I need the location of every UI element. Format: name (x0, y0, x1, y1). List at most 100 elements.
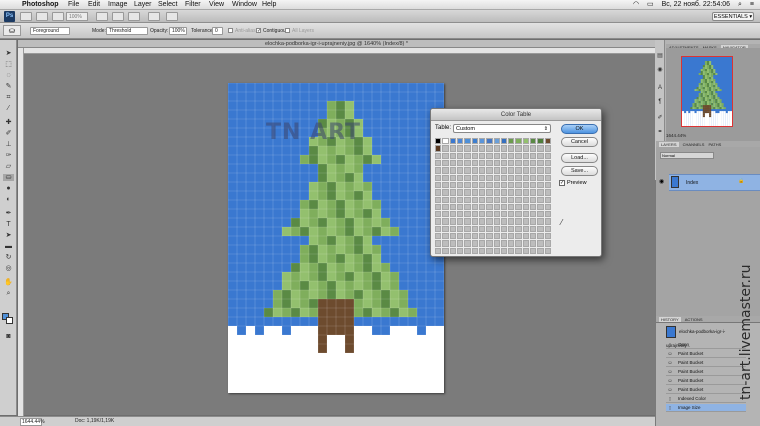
ok-button[interactable]: OK (561, 124, 598, 134)
color-swatch[interactable] (435, 233, 442, 240)
color-swatch[interactable] (508, 174, 515, 181)
color-swatch[interactable] (500, 138, 508, 145)
eraser-tool-icon[interactable]: ▱ (3, 163, 14, 170)
color-swatch[interactable] (493, 203, 500, 211)
color-swatch[interactable] (486, 159, 493, 167)
menu-layer[interactable]: Layer (134, 0, 152, 10)
color-swatch[interactable] (544, 225, 551, 233)
color-swatch[interactable] (464, 218, 471, 225)
menu-edit[interactable]: Edit (88, 0, 100, 10)
history-item[interactable]: ▯ Open (666, 341, 746, 349)
color-swatch[interactable] (493, 240, 500, 247)
wifi-icon[interactable]: ◠ (633, 1, 639, 8)
color-swatch[interactable] (486, 218, 493, 225)
background-color-swatch[interactable] (6, 317, 13, 324)
color-swatch[interactable] (500, 145, 508, 152)
eye-icon[interactable]: ◉ (659, 178, 664, 185)
color-swatch[interactable] (544, 152, 551, 159)
color-swatch[interactable] (486, 203, 493, 211)
color-swatch[interactable] (478, 189, 486, 196)
color-swatch[interactable] (544, 218, 551, 225)
tab-history[interactable]: HISTORY (659, 317, 681, 322)
color-swatch[interactable] (493, 196, 500, 203)
color-swatch[interactable] (500, 211, 508, 218)
color-swatch[interactable] (515, 152, 522, 159)
color-swatch[interactable] (500, 159, 508, 167)
color-swatch[interactable] (544, 174, 551, 181)
color-swatch[interactable] (515, 138, 522, 145)
color-swatch[interactable] (486, 145, 493, 152)
color-swatch[interactable] (544, 159, 551, 167)
color-swatch[interactable] (500, 174, 508, 181)
color-swatch[interactable] (478, 174, 486, 181)
color-swatch[interactable] (508, 247, 515, 254)
color-swatch[interactable] (464, 189, 471, 196)
color-swatch[interactable] (486, 211, 493, 218)
color-swatch[interactable] (522, 181, 530, 189)
color-swatch[interactable] (544, 247, 551, 254)
color-swatch[interactable] (478, 247, 486, 254)
color-swatch[interactable] (515, 145, 522, 152)
status-doc-size[interactable]: Doc: 1,19K/1,19K (75, 417, 114, 426)
dialog-title[interactable]: Color Table (431, 109, 601, 121)
blend-mode-select[interactable]: Normal (660, 152, 714, 159)
color-swatch[interactable] (537, 159, 544, 167)
color-swatch[interactable] (537, 138, 544, 145)
color-swatch[interactable] (508, 196, 515, 203)
color-swatch[interactable] (522, 233, 530, 240)
antialias-checkbox[interactable] (228, 28, 233, 33)
color-swatch[interactable] (471, 247, 478, 254)
color-swatch[interactable] (522, 145, 530, 152)
color-swatch[interactable] (530, 159, 537, 167)
color-swatch[interactable] (530, 211, 537, 218)
color-swatch[interactable] (515, 240, 522, 247)
color-swatch[interactable] (522, 159, 530, 167)
color-swatch[interactable] (515, 167, 522, 174)
color-swatch[interactable] (471, 233, 478, 240)
color-swatch[interactable] (530, 233, 537, 240)
battery-icon[interactable]: ▭ (647, 1, 654, 8)
color-swatch[interactable] (522, 203, 530, 211)
color-swatch[interactable] (500, 181, 508, 189)
layer-row[interactable] (669, 174, 760, 191)
color-swatch[interactable] (493, 167, 500, 174)
color-swatch[interactable] (515, 233, 522, 240)
color-swatch[interactable] (464, 145, 471, 152)
color-swatch[interactable] (522, 218, 530, 225)
color-swatch[interactable] (530, 181, 537, 189)
color-swatch[interactable] (456, 247, 464, 254)
quick-select-tool-icon[interactable]: ✎ (3, 83, 14, 90)
color-table-grid[interactable] (435, 138, 551, 254)
color-swatch[interactable] (493, 138, 500, 145)
color-swatch[interactable] (471, 225, 478, 233)
table-select[interactable]: Custom ⇕ (453, 124, 551, 133)
color-swatch[interactable] (449, 174, 456, 181)
mode-select[interactable]: Threshold (106, 27, 148, 35)
color-swatch[interactable] (537, 218, 544, 225)
color-swatch[interactable] (435, 196, 442, 203)
marquee-tool-icon[interactable]: ⬚ (3, 61, 14, 68)
zoom-tool-icon[interactable]: ⌕ (3, 290, 14, 297)
history-item[interactable]: ⛀ Paint Bucket (666, 386, 746, 394)
color-swatch[interactable] (537, 152, 544, 159)
color-swatch[interactable] (435, 167, 442, 174)
navigator-zoom[interactable]: 1644.44% (666, 133, 686, 138)
history-item[interactable]: ⛀ Paint Bucket (666, 368, 746, 376)
color-swatch[interactable] (471, 181, 478, 189)
color-swatch[interactable] (522, 189, 530, 196)
color-swatch[interactable] (456, 181, 464, 189)
color-swatch[interactable] (449, 145, 456, 152)
color-swatch[interactable] (486, 138, 493, 145)
color-swatch[interactable] (537, 145, 544, 152)
color-swatch[interactable] (478, 167, 486, 174)
color-swatch[interactable] (456, 196, 464, 203)
color-swatch[interactable] (486, 196, 493, 203)
menu-window[interactable]: Window (232, 0, 257, 10)
spotlight-icon[interactable]: ⌕ (738, 1, 742, 8)
color-swatch[interactable] (435, 240, 442, 247)
color-swatch[interactable] (522, 167, 530, 174)
history-brush-tool-icon[interactable]: ✑ (3, 152, 14, 159)
color-swatch[interactable] (530, 196, 537, 203)
color-swatch[interactable] (508, 138, 515, 145)
color-swatch[interactable] (464, 196, 471, 203)
